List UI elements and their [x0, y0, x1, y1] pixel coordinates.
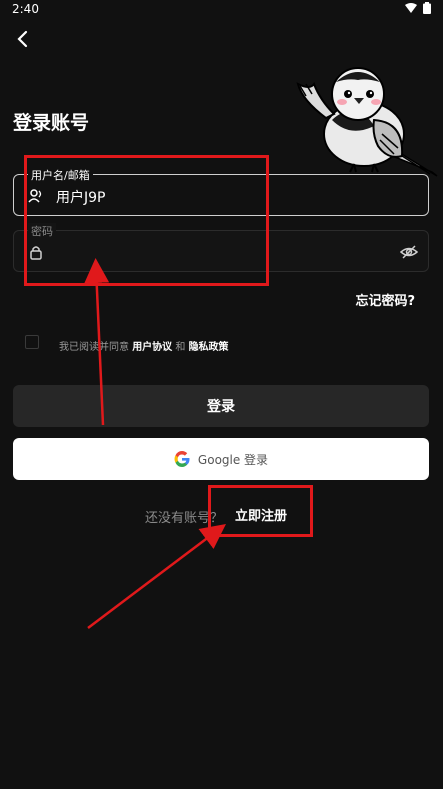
back-arrow-icon[interactable]: [12, 28, 34, 50]
bird-mascot-icon: [296, 67, 438, 177]
agreement-prefix: 我已阅读并同意: [59, 342, 129, 353]
status-time: 2:40: [12, 2, 39, 16]
forgot-password-link[interactable]: 忘记密码?: [355, 290, 415, 309]
status-icons: [405, 2, 431, 14]
terms-link[interactable]: 用户协议: [132, 342, 172, 353]
privacy-link[interactable]: 隐私政策: [189, 342, 229, 353]
wifi-icon: [405, 3, 417, 13]
google-login-button[interactable]: Google 登录: [13, 438, 429, 480]
google-icon: [174, 451, 190, 467]
annotation-box-register: [208, 485, 313, 537]
agreement-text: 我已阅读并同意 用户协议 和 隐私政策: [59, 338, 229, 353]
annotation-box-login-fields: [24, 155, 269, 286]
agreement-checkbox[interactable]: [25, 335, 39, 349]
agreement-and: 和: [175, 342, 186, 353]
battery-icon: [423, 2, 431, 14]
hide-password-icon[interactable]: [400, 244, 418, 260]
google-login-label: Google 登录: [197, 452, 269, 467]
annotation-arrow-register: [87, 523, 226, 629]
login-button[interactable]: 登录: [13, 385, 429, 427]
page-title: 登录账号: [13, 112, 90, 134]
